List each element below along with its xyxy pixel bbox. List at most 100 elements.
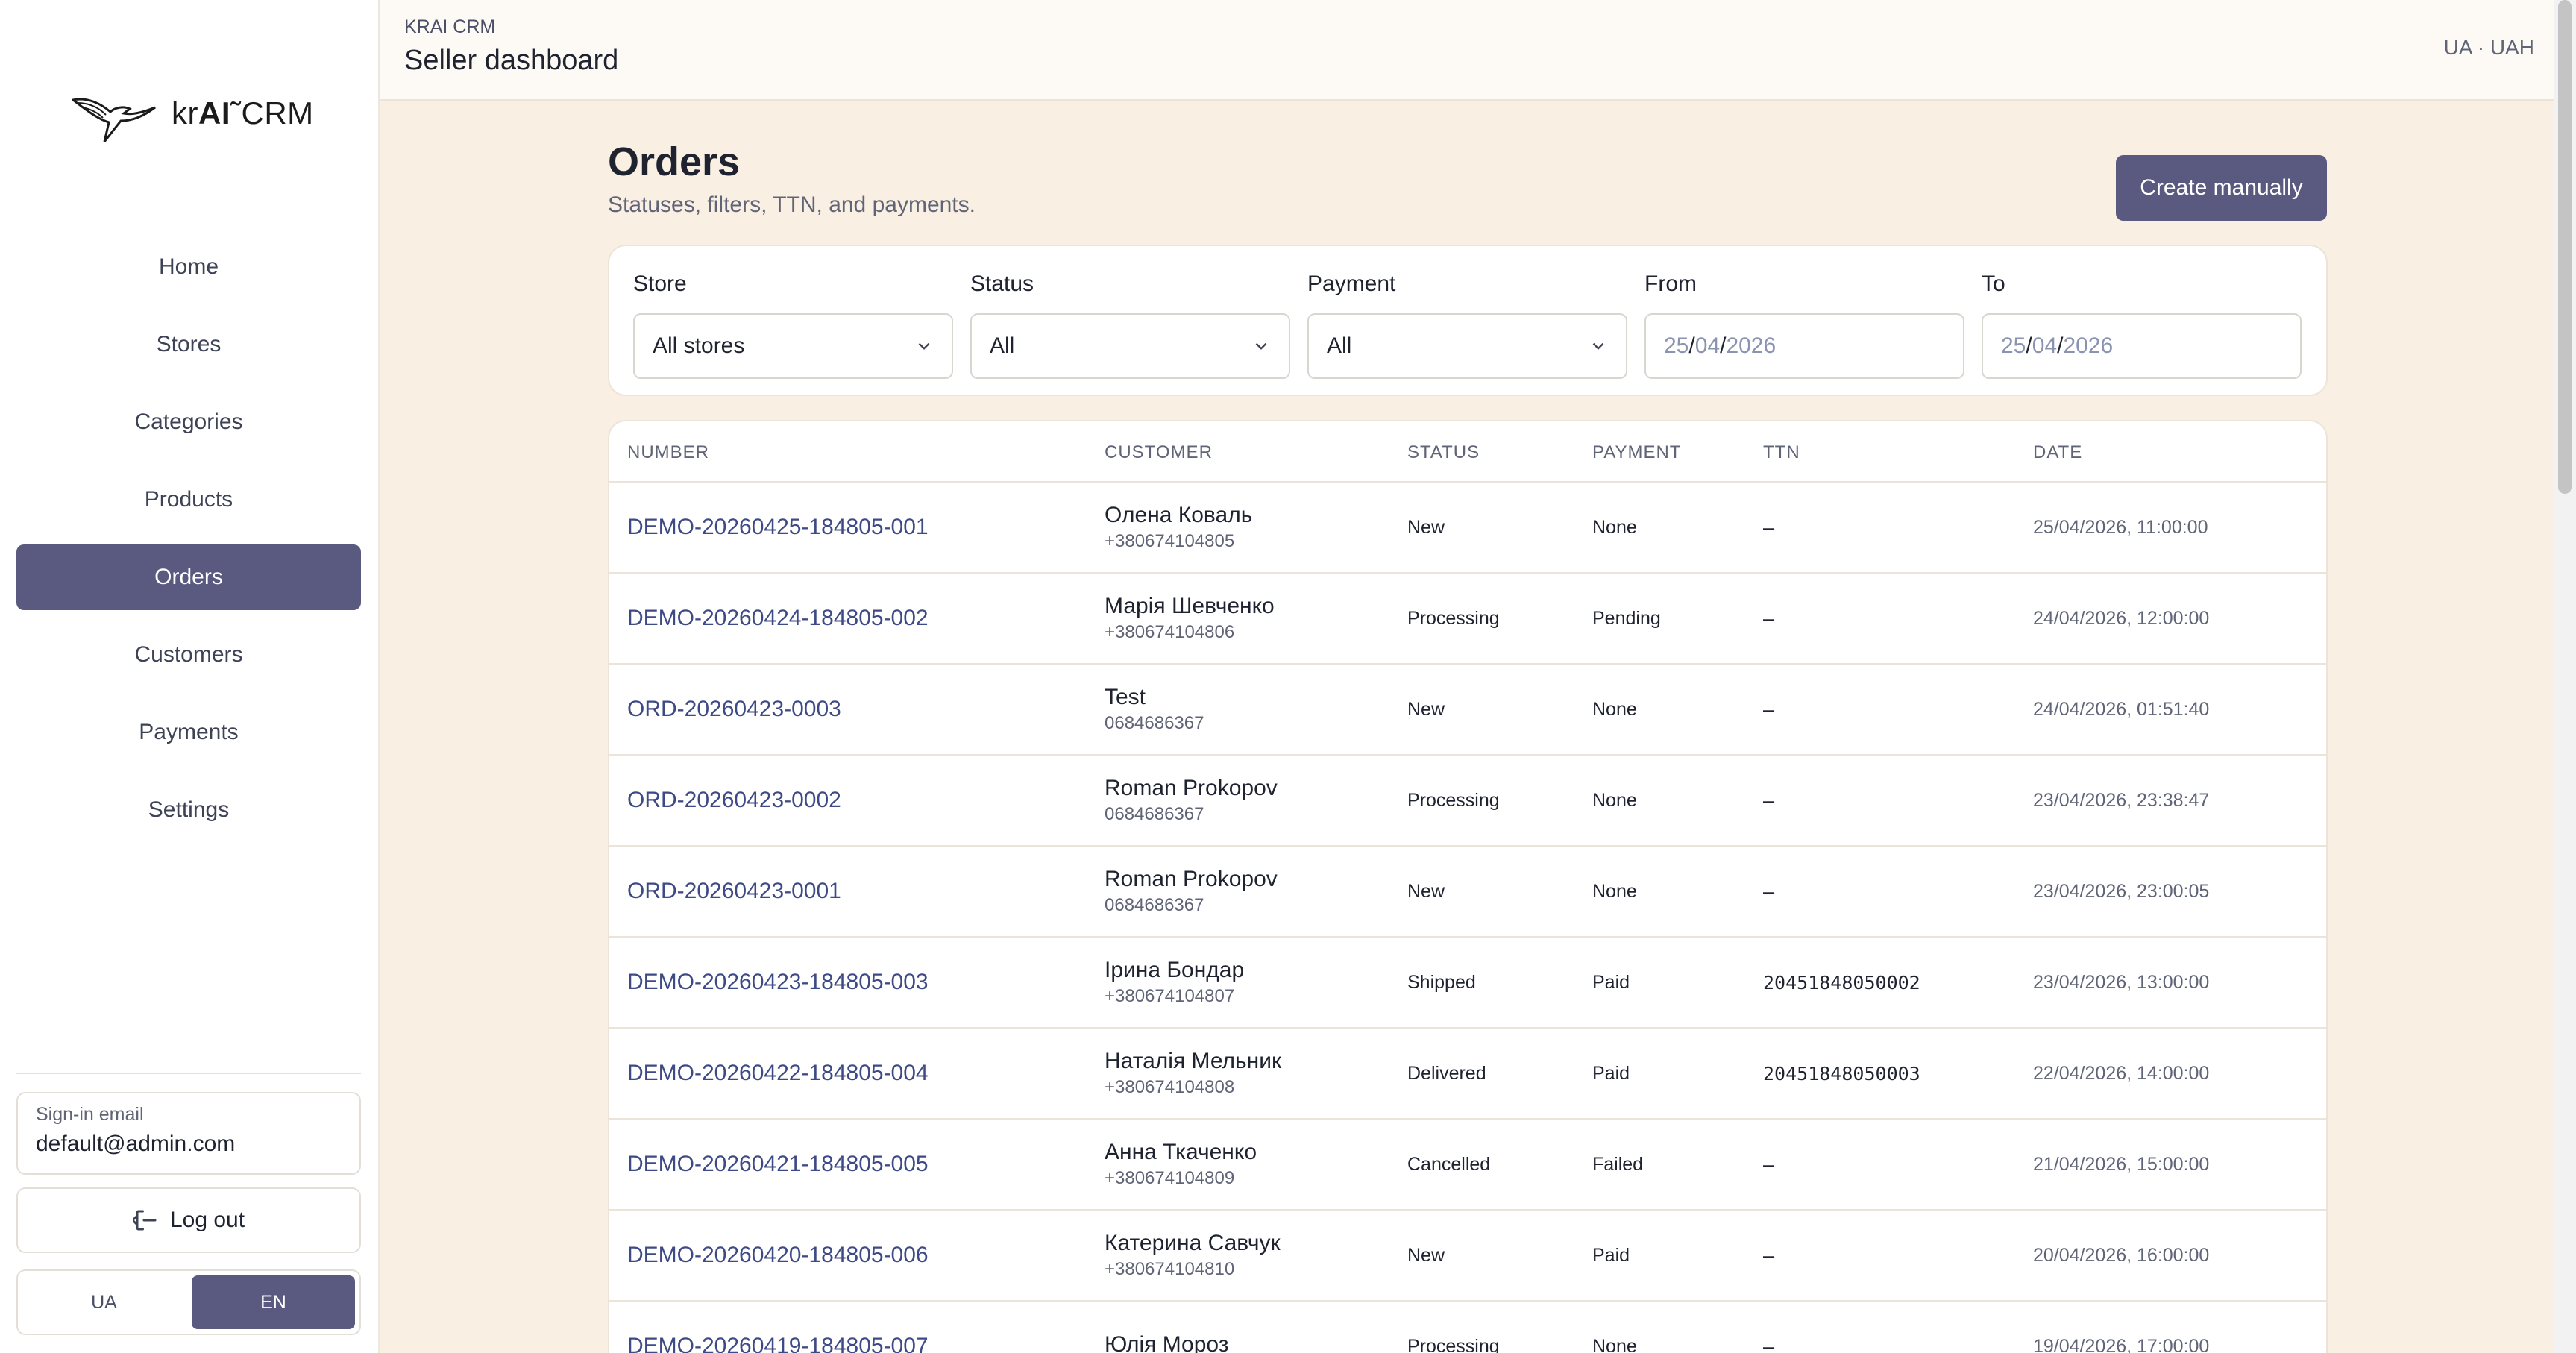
order-number-link[interactable]: ORD-20260423-0001 bbox=[627, 847, 841, 936]
ttn-value: — bbox=[1763, 516, 1775, 539]
page-scrollbar[interactable] bbox=[2554, 0, 2576, 1353]
payment-status: None bbox=[1592, 698, 1637, 720]
customer-phone: 0684686367 bbox=[1105, 804, 1204, 824]
ttn-value: — bbox=[1763, 607, 1775, 630]
nav-item-products[interactable]: Products bbox=[16, 467, 361, 533]
order-date: 24/04/2026, 12:00:00 bbox=[2033, 607, 2210, 629]
order-number-link[interactable]: DEMO-20260419-184805-007 bbox=[627, 1302, 929, 1353]
order-number-link[interactable]: DEMO-20260423-184805-003 bbox=[627, 938, 929, 1027]
from-date-label: From bbox=[1644, 271, 1697, 296]
table-row[interactable]: DEMO-20260424-184805-002 Марія Шевченко +3… bbox=[609, 574, 2326, 665]
nav-item-stores[interactable]: Stores bbox=[16, 312, 361, 377]
nav-item-categories[interactable]: Categories bbox=[16, 389, 361, 455]
header-ttn[interactable]: TTN bbox=[1763, 442, 1800, 463]
payment-status: None bbox=[1592, 516, 1637, 538]
table-row[interactable]: DEMO-20260423-184805-003 Ірина Бондар +380… bbox=[609, 938, 2326, 1029]
customer-name: Наталія Мельник bbox=[1105, 1049, 1282, 1073]
nav-item-customers[interactable]: Customers bbox=[16, 622, 361, 688]
order-number-link[interactable]: DEMO-20260420-184805-006 bbox=[627, 1211, 929, 1300]
customer-name: Катерина Савчук bbox=[1105, 1231, 1281, 1255]
header-number[interactable]: NUMBER bbox=[627, 442, 709, 463]
order-status: Cancelled bbox=[1407, 1153, 1491, 1175]
customer-phone: +380674104806 bbox=[1105, 622, 1235, 642]
top-bar: KRAI CRM Seller dashboard UA · UAH bbox=[380, 0, 2554, 101]
app-logo[interactable]: krAI˜CRM bbox=[72, 78, 318, 149]
logout-button[interactable]: Log out bbox=[16, 1187, 361, 1253]
to-date-filter: To 25/04/2026 bbox=[1982, 271, 2302, 379]
create-manually-button[interactable]: Create manually bbox=[2116, 155, 2327, 221]
app-name: KRAI CRM bbox=[404, 16, 496, 37]
store-select-value: All stores bbox=[653, 333, 745, 358]
table-row[interactable]: DEMO-20260422-184805-004 Наталія Мельник +… bbox=[609, 1029, 2326, 1120]
customer-cell: Наталія Мельник +380674104808 bbox=[1105, 1029, 1281, 1118]
payment-filter: Payment All bbox=[1307, 271, 1627, 379]
order-date: 19/04/2026, 17:00:00 bbox=[2033, 1335, 2210, 1353]
customer-name: Roman Prokopov bbox=[1105, 776, 1278, 800]
table-row[interactable]: DEMO-20260420-184805-006 Катерина Савчук +… bbox=[609, 1211, 2326, 1302]
customer-name: Марія Шевченко bbox=[1105, 594, 1275, 618]
signin-email: default@admin.com bbox=[36, 1131, 236, 1156]
order-date: 22/04/2026, 14:00:00 bbox=[2033, 1062, 2210, 1084]
order-status: Shipped bbox=[1407, 971, 1476, 993]
customer-phone: +380674104809 bbox=[1105, 1168, 1235, 1188]
sidebar: krAI˜CRM Home Stores Categories Products… bbox=[0, 0, 380, 1353]
order-number-link[interactable]: DEMO-20260422-184805-004 bbox=[627, 1029, 929, 1118]
scrollbar-thumb[interactable] bbox=[2558, 0, 2572, 494]
lang-en-button[interactable]: EN bbox=[192, 1275, 355, 1329]
nav-item-orders[interactable]: Orders bbox=[16, 544, 361, 610]
order-status: New bbox=[1407, 698, 1445, 720]
customer-phone: +380674104805 bbox=[1105, 531, 1235, 551]
customer-name: Ірина Бондар bbox=[1105, 958, 1245, 982]
payment-status: Paid bbox=[1592, 971, 1630, 993]
table-row[interactable]: DEMO-20260425-184805-001 Олена Коваль +380… bbox=[609, 483, 2326, 574]
customer-name: Юлія Мороз bbox=[1105, 1332, 1229, 1353]
page-subtitle: Statuses, filters, TTN, and payments. bbox=[608, 192, 976, 217]
table-row[interactable]: DEMO-20260421-184805-005 Анна Ткаченко +38… bbox=[609, 1120, 2326, 1211]
customer-cell: Test 0684686367 bbox=[1105, 665, 1204, 754]
nav-item-settings[interactable]: Settings bbox=[16, 777, 361, 843]
from-day: 25 bbox=[1664, 333, 1689, 358]
payment-status: None bbox=[1592, 1335, 1637, 1353]
payment-status: Failed bbox=[1592, 1153, 1644, 1175]
order-number-link[interactable]: ORD-20260423-0003 bbox=[627, 665, 841, 754]
table-row[interactable]: ORD-20260423-0003 Test 0684686367 New None — 2… bbox=[609, 665, 2326, 756]
status-select[interactable]: All bbox=[970, 313, 1290, 379]
table-row[interactable]: DEMO-20260419-184805-007 Юлія Мороз Proces… bbox=[609, 1302, 2326, 1353]
from-date-input[interactable]: 25/04/2026 bbox=[1644, 313, 1964, 379]
order-status: Delivered bbox=[1407, 1062, 1486, 1084]
header-date[interactable]: DATE bbox=[2033, 442, 2082, 463]
from-month: 04 bbox=[1694, 333, 1721, 358]
customer-cell: Roman Prokopov 0684686367 bbox=[1105, 847, 1278, 936]
order-number-link[interactable]: DEMO-20260424-184805-002 bbox=[627, 574, 929, 663]
order-number-link[interactable]: DEMO-20260425-184805-001 bbox=[627, 483, 929, 572]
store-select[interactable]: All stores bbox=[633, 313, 953, 379]
signin-label: Sign-in email bbox=[36, 1104, 144, 1125]
lang-ua-button[interactable]: UA bbox=[22, 1275, 186, 1329]
orders-table: NUMBER CUSTOMER STATUS PAYMENT TTN DATE … bbox=[608, 420, 2328, 1353]
payment-select[interactable]: All bbox=[1307, 313, 1627, 379]
order-status: New bbox=[1407, 516, 1445, 538]
customer-cell: Юлія Мороз bbox=[1105, 1302, 1229, 1353]
nav-item-payments[interactable]: Payments bbox=[16, 700, 361, 765]
dashboard-title: Seller dashboard bbox=[404, 45, 619, 76]
to-date-input[interactable]: 25/04/2026 bbox=[1982, 313, 2302, 379]
table-row[interactable]: ORD-20260423-0001 Roman Prokopov 068468636… bbox=[609, 847, 2326, 938]
table-body: DEMO-20260425-184805-001 Олена Коваль +380… bbox=[609, 483, 2326, 1353]
header-status[interactable]: STATUS bbox=[1407, 442, 1480, 463]
page-title: Orders bbox=[608, 139, 741, 184]
status-select-value: All bbox=[990, 333, 1015, 358]
ttn-value: 20451848050003 bbox=[1763, 1062, 1920, 1084]
nav-item-home[interactable]: Home bbox=[16, 234, 361, 300]
order-status: Processing bbox=[1407, 789, 1500, 811]
header-payment[interactable]: PAYMENT bbox=[1592, 442, 1681, 463]
table-row[interactable]: ORD-20260423-0002 Roman Prokopov 068468636… bbox=[609, 756, 2326, 847]
customer-cell: Анна Ткаченко +380674104809 bbox=[1105, 1120, 1257, 1209]
payment-filter-label: Payment bbox=[1307, 271, 1396, 296]
order-number-link[interactable]: DEMO-20260421-184805-005 bbox=[627, 1120, 929, 1209]
locale-indicator[interactable]: UA · UAH bbox=[2444, 36, 2534, 60]
header-customer[interactable]: CUSTOMER bbox=[1105, 442, 1213, 463]
order-number-link[interactable]: ORD-20260423-0002 bbox=[627, 756, 841, 845]
payment-status: Pending bbox=[1592, 607, 1661, 629]
to-year: 2026 bbox=[2063, 333, 2114, 358]
date-separator: / bbox=[1720, 333, 1727, 358]
